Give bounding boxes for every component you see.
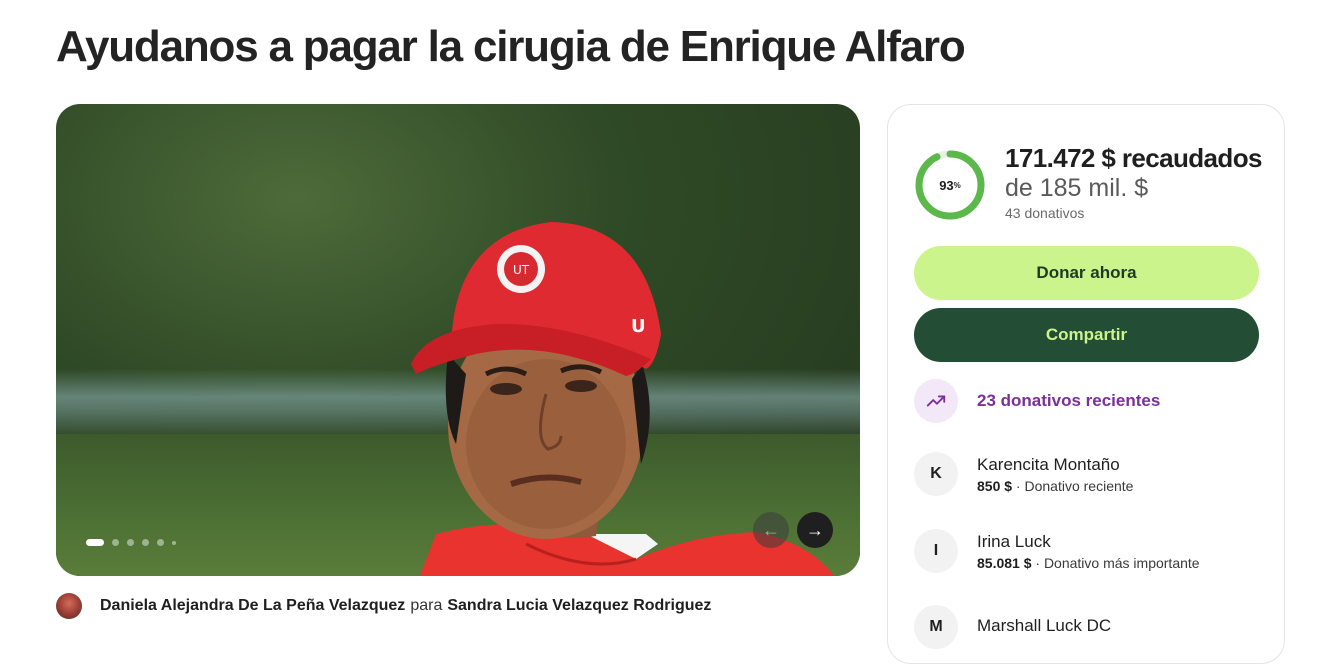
goal-amount: de 185 mil. $ (1005, 174, 1149, 202)
donor-name: Marshall Luck DC (977, 615, 1112, 635)
donation-sidebar: 93% 171.472 $ recaudados de 185 mil. $ 4… (887, 104, 1285, 664)
beneficiary-name[interactable]: Sandra Lucia Velazquez Rodriguez (447, 597, 711, 615)
svg-text:UT: UT (513, 263, 530, 277)
carousel-next-button[interactable]: → (797, 512, 833, 548)
recent-donations-label: 23 donativos recientes (977, 391, 1161, 410)
carousel-dot[interactable] (172, 540, 176, 545)
page-title: Ayudanos a pagar la cirugia de Enrique A… (56, 22, 966, 71)
donor-item: I Irina Luck 85.081 $ · Donativo más imp… (914, 529, 1200, 573)
funding-summary: 171.472 $ recaudados de 185 mil. $ 43 do… (1005, 143, 1262, 221)
donations-count: 43 donativos (1005, 205, 1085, 221)
trending-up-icon (914, 379, 958, 423)
donor-item: M Marshall Luck DC (914, 605, 1111, 649)
carousel-dot[interactable] (112, 539, 119, 546)
carousel-pagination (86, 539, 176, 546)
carousel-dot[interactable] (127, 539, 134, 546)
donor-avatar: K (914, 452, 958, 496)
donor-meta: 85.081 $ · Donativo más importante (977, 554, 1200, 571)
organizer-line: Daniela Alejandra De La Peña Velazquez p… (56, 593, 711, 619)
organizer-avatar[interactable] (56, 593, 82, 619)
arrow-left-icon: ← (762, 519, 780, 540)
arrow-right-icon: → (806, 519, 824, 540)
donor-avatar: M (914, 605, 958, 649)
carousel-dot[interactable] (86, 539, 104, 546)
progress-ring: 93% (914, 149, 986, 221)
progress-percent: 93% (939, 177, 961, 193)
donor-item: K Karencita Montaño 850 $ · Donativo rec… (914, 452, 1133, 496)
svg-text:U: U (631, 316, 646, 337)
donor-avatar: I (914, 529, 958, 573)
donor-meta: 850 $ · Donativo reciente (977, 477, 1134, 494)
donor-name: Irina Luck (977, 531, 1051, 551)
organizer-name[interactable]: Daniela Alejandra De La Peña Velazquez (100, 597, 405, 615)
donor-name: Karencita Montaño (977, 454, 1120, 474)
carousel-dot[interactable] (142, 539, 149, 546)
donate-button[interactable]: Donar ahora (914, 246, 1259, 300)
organizer-connector: para (410, 597, 443, 614)
raised-amount: 171.472 $ recaudados (1005, 143, 1262, 173)
carousel-dot[interactable] (157, 539, 164, 546)
recent-donations-link[interactable]: 23 donativos recientes (914, 379, 1160, 423)
share-button[interactable]: Compartir (914, 308, 1259, 362)
carousel-prev-button[interactable]: ← (753, 512, 789, 548)
campaign-image-carousel[interactable]: UT U ← → (56, 104, 860, 576)
